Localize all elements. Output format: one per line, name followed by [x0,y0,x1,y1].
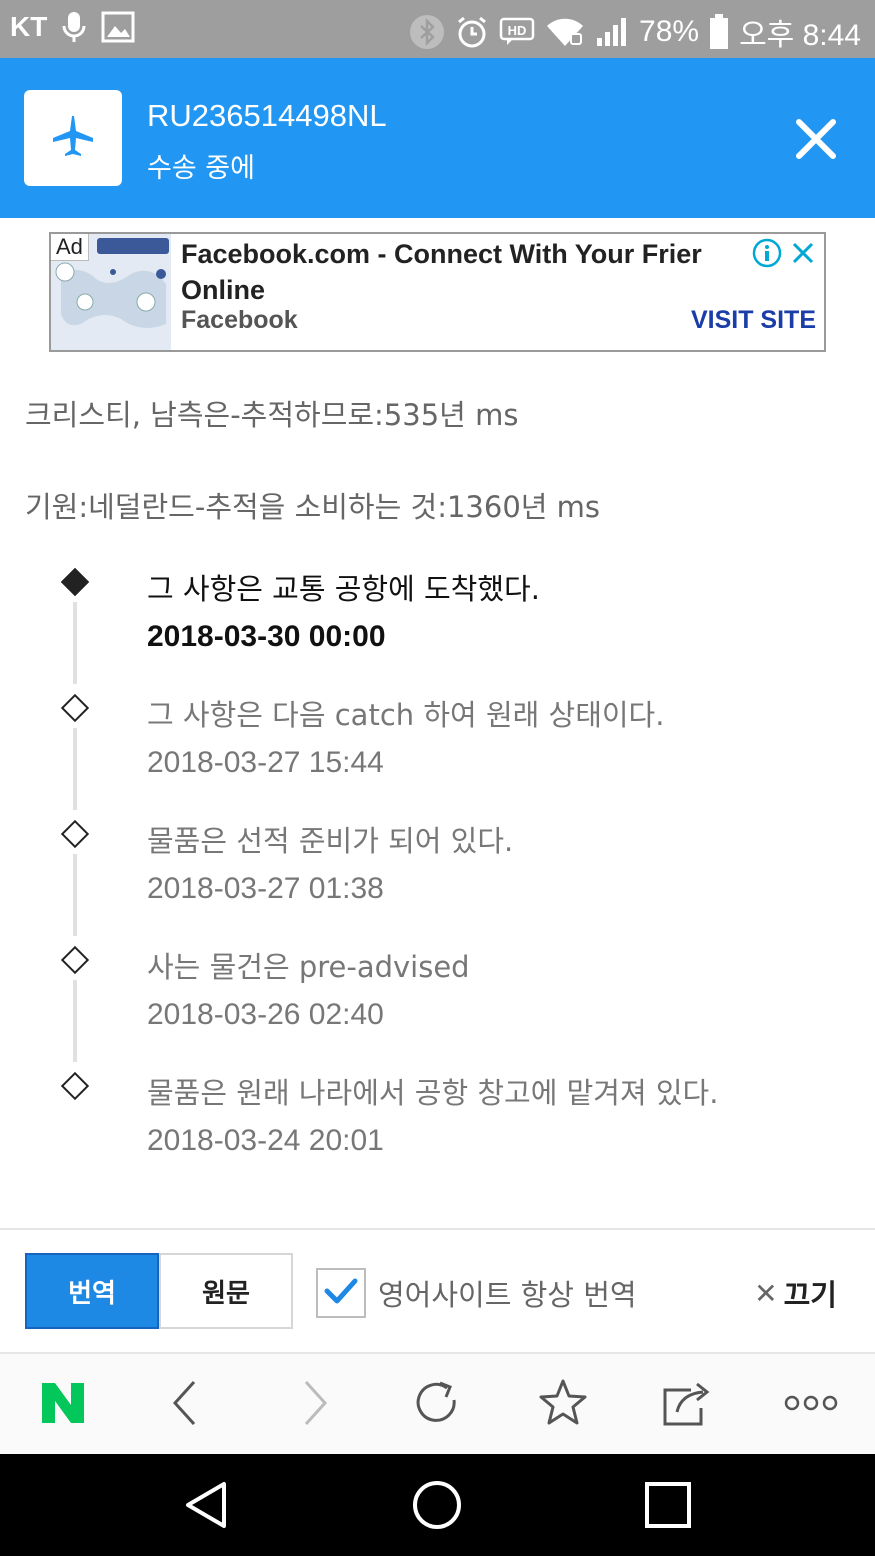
ad-title-line2[interactable]: Online [181,272,265,308]
timeline-event: 그 사항은 다음 catch 하여 원래 상태이다. 2018-03-27 15… [0,686,875,812]
airmail-badge [24,90,122,186]
timeline-event: 물품은 선적 준비가 되어 있다. 2018-03-27 01:38 [0,812,875,938]
system-home-button[interactable] [410,1478,464,1532]
app-header: RU236514498NL 수송 중에 [0,58,875,218]
event-description: 물품은 원래 나라에서 공항 창고에 맡겨져 있다. [147,1076,719,1110]
svg-text:HD: HD [508,23,527,38]
timeline-event: 사는 물건은 pre-advised 2018-03-26 02:40 [0,938,875,1064]
more-button[interactable] [784,1378,838,1432]
timeline-diamond-icon [60,945,90,975]
airplane-icon [51,114,95,162]
checkmark-icon [324,1276,358,1310]
naver-n-icon [39,1381,87,1429]
ad-info-icon[interactable] [752,238,782,272]
translate-button[interactable]: 번역 [25,1253,159,1329]
ad-brand: Facebook [181,306,298,334]
translation-bar: 번역 원문 영어사이트 항상 번역 ✕ 끄기 [0,1228,875,1352]
battery-icon [709,14,729,50]
event-datetime: 2018-03-27 15:44 [147,746,384,779]
original-button[interactable]: 원문 [159,1253,293,1329]
refresh-icon [412,1378,462,1432]
event-description: 사는 물건은 pre-advised [147,950,470,984]
timeline-diamond-icon [60,819,90,849]
visit-site-link[interactable]: VISIT SITE [691,306,816,335]
close-icon [795,119,837,164]
carrier-label: KT [10,11,48,42]
browser-toolbar [0,1352,875,1454]
back-button[interactable] [158,1378,212,1432]
event-datetime: 2018-03-30 00:00 [147,620,386,653]
naver-home-button[interactable] [36,1378,90,1432]
bookmark-button[interactable] [536,1378,590,1432]
alarm-icon [455,15,489,49]
origin-info: 기원:네덜란드-추적을 소비하는 것:1360년 ms [25,490,601,524]
event-description: 그 사항은 다음 catch 하여 원래 상태이다. [147,698,665,732]
event-datetime: 2018-03-27 01:38 [147,872,384,905]
timeline-event: 물품은 원래 나라에서 공항 창고에 맡겨져 있다. 2018-03-24 20… [0,1064,875,1190]
signal-icon [595,16,629,48]
destination-info: 크리스티, 남측은-추적하므로:535년 ms [25,398,519,432]
clock: 오후 8:44 [739,19,861,52]
tracking-status: 수송 중에 [147,153,255,184]
turn-off-label: 끄기 [783,1278,837,1312]
system-recents-button[interactable] [641,1478,695,1532]
more-icon [784,1393,838,1417]
timeline-diamond-icon [60,1071,90,1101]
close-small-icon: ✕ [754,1276,778,1310]
timeline-diamond-filled-icon [60,567,90,597]
turn-off-button[interactable]: ✕ 끄기 [754,1272,837,1314]
hd-voice-icon: HD [499,17,535,47]
system-nav-bar [0,1454,875,1556]
ad-label: Ad [51,234,89,261]
recents-square-icon [641,1482,695,1536]
share-icon [661,1378,713,1432]
event-datetime: 2018-03-24 20:01 [147,1124,384,1157]
bookmark-star-icon [538,1378,588,1432]
refresh-button[interactable] [410,1378,464,1432]
share-button[interactable] [660,1378,714,1432]
wifi-icon [545,16,585,48]
always-translate-label[interactable]: 영어사이트 항상 번역 [378,1272,637,1314]
home-circle-icon [410,1481,464,1536]
microphone-icon [61,10,87,44]
timeline-diamond-icon [60,693,90,723]
battery-percent: 78% [639,15,700,48]
forward-icon [300,1379,330,1431]
tracking-number: RU236514498NL [147,98,387,133]
system-back-button[interactable] [180,1478,234,1532]
event-description: 그 사항은 교통 공항에 도착했다. [147,572,540,606]
back-triangle-icon [180,1482,234,1536]
back-icon [170,1379,200,1431]
gallery-icon [101,11,135,43]
status-bar: KT HD 78% 오후 8:44 [0,0,875,58]
timeline-event: 그 사항은 교통 공항에 도착했다. 2018-03-30 00:00 [0,560,875,686]
close-button[interactable] [795,118,837,160]
forward-button[interactable] [288,1378,342,1432]
event-description: 물품은 선적 준비가 되어 있다. [147,824,514,858]
ad-close-icon[interactable] [788,238,818,272]
event-datetime: 2018-03-26 02:40 [147,998,384,1031]
always-translate-checkbox[interactable] [316,1268,366,1318]
bluetooth-icon [409,14,445,50]
ad-title[interactable]: Facebook.com - Connect With Your Frier [181,236,753,272]
ad-banner[interactable]: Ad Facebook.com - Connect With Your Frie… [49,232,826,352]
